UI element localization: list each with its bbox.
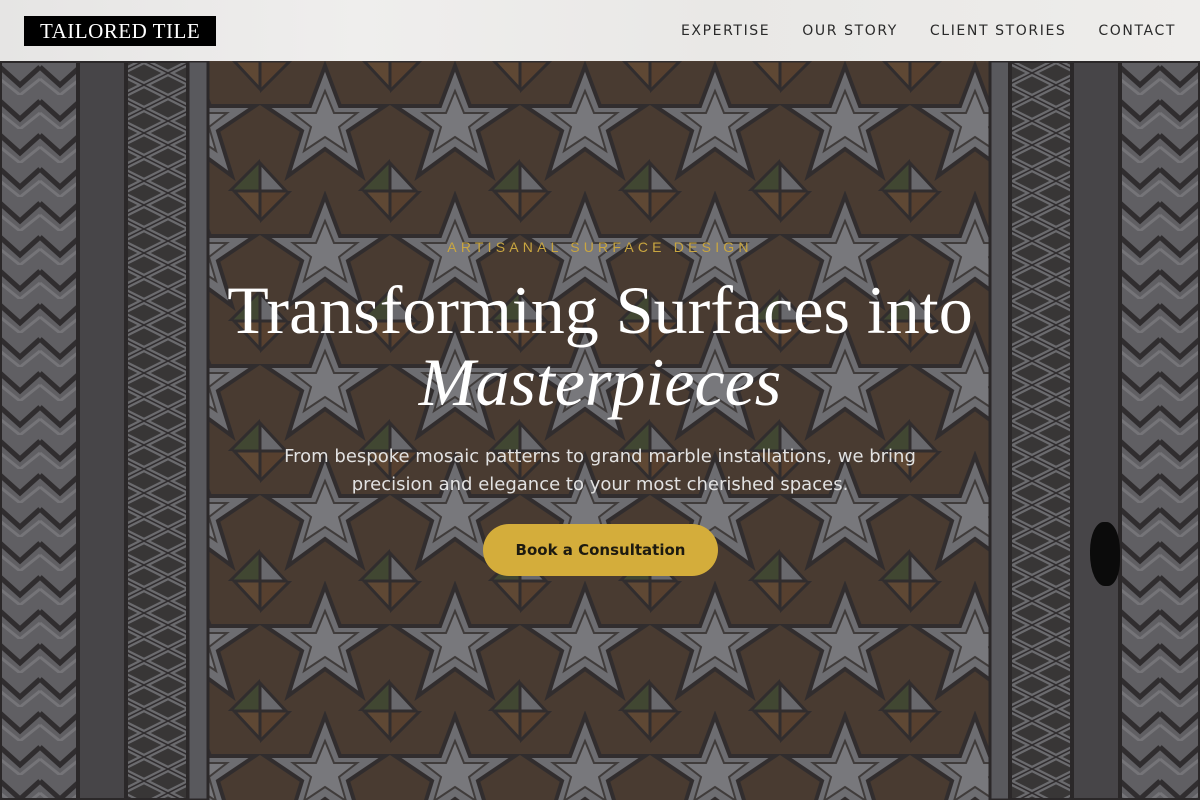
logo[interactable]: TAILORED TILE xyxy=(24,15,217,46)
hero-subheadline: From bespoke mosaic patterns to grand ma… xyxy=(284,446,916,495)
main-nav: EXPERTISE OUR STORY CLIENT STORIES CONTA… xyxy=(681,23,1176,39)
nav-link-client-stories[interactable]: CLIENT STORIES xyxy=(930,23,1066,39)
nav-link-contact[interactable]: CONTACT xyxy=(1098,23,1176,39)
hero-eyebrow: ARTISANAL SURFACE DESIGN xyxy=(447,239,753,255)
nav-link-our-story[interactable]: OUR STORY xyxy=(802,23,898,39)
headline-line-2: Masterpieces xyxy=(418,344,782,420)
headline-line-1: Transforming Surfaces into xyxy=(227,272,973,348)
book-consultation-button[interactable]: Book a Consultation xyxy=(483,524,718,576)
nav-link-expertise[interactable]: EXPERTISE xyxy=(681,23,770,39)
hero-section: ARTISANAL SURFACE DESIGN Transforming Su… xyxy=(0,61,1200,800)
hero-content: ARTISANAL SURFACE DESIGN Transforming Su… xyxy=(0,61,1200,800)
hero-headline: Transforming Surfaces into Masterpieces xyxy=(0,274,1200,418)
site-header: TAILORED TILE EXPERTISE OUR STORY CLIENT… xyxy=(0,0,1200,61)
